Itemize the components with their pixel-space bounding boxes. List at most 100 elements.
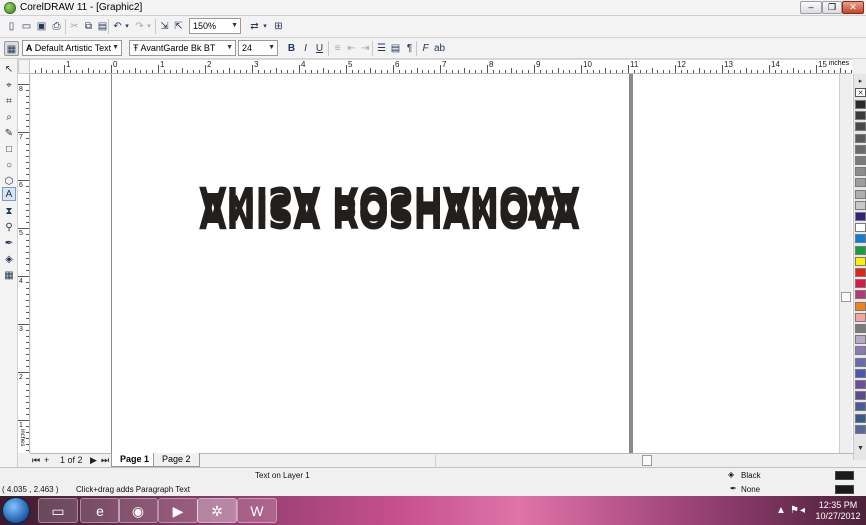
restore-button[interactable]: ❐ bbox=[822, 1, 842, 14]
palette-swatch[interactable] bbox=[855, 301, 866, 311]
horizontal-scrollbar[interactable] bbox=[435, 455, 853, 467]
edit-text-icon[interactable]: ab bbox=[432, 41, 447, 56]
last-page-icon[interactable]: ⏭ bbox=[101, 455, 109, 466]
format-text-icon[interactable]: F bbox=[418, 41, 433, 56]
vertical-ruler[interactable]: 8 7 6 5 4 3 2 1 inches bbox=[18, 74, 30, 453]
close-button[interactable]: ✕ bbox=[842, 1, 864, 14]
new-document-icon[interactable]: ▯ bbox=[4, 19, 19, 34]
vertical-scrollbar[interactable] bbox=[839, 74, 852, 454]
palette-swatch[interactable] bbox=[855, 268, 866, 277]
artistic-text-mirrored[interactable]: ANISA ROSHANOVA bbox=[199, 176, 579, 230]
redo-dropdown-icon[interactable]: ▾ bbox=[145, 19, 153, 34]
explorer-taskbar-icon[interactable]: ▭ bbox=[38, 498, 78, 523]
crop-tool-icon[interactable]: ⌗ bbox=[2, 95, 16, 109]
volume-icon[interactable]: ◂ bbox=[800, 505, 805, 516]
palette-options-icon[interactable]: ▸ bbox=[855, 77, 866, 86]
palette-swatch[interactable] bbox=[855, 100, 866, 109]
ellipse-tool-icon[interactable]: ○ bbox=[2, 159, 16, 173]
start-button[interactable] bbox=[2, 497, 30, 524]
import-icon[interactable]: ⇲ bbox=[157, 19, 172, 34]
palette-swatch[interactable] bbox=[855, 122, 866, 132]
palette-swatch[interactable] bbox=[855, 391, 866, 401]
palette-swatch[interactable] bbox=[855, 380, 866, 389]
next-page-icon[interactable]: ▶ bbox=[90, 455, 97, 466]
palette-swatch[interactable] bbox=[855, 402, 866, 412]
text-tool-properties-icon[interactable]: ▦ bbox=[4, 41, 19, 56]
horizontal-alignment-icon[interactable]: ≡ bbox=[330, 41, 345, 56]
copy-icon[interactable]: ⧉ bbox=[81, 19, 96, 34]
fill-tool-icon[interactable]: ◈ bbox=[2, 253, 16, 267]
internet-explorer-taskbar-icon[interactable]: e bbox=[80, 498, 120, 523]
interactive-fill-tool-icon[interactable]: ▦ bbox=[2, 269, 16, 283]
palette-swatch[interactable] bbox=[855, 144, 866, 154]
zoom-tool-icon[interactable]: ⌕ bbox=[2, 111, 16, 125]
palette-swatch[interactable] bbox=[855, 357, 866, 367]
increase-indent-icon[interactable]: ⇥ bbox=[358, 41, 373, 56]
drawing-canvas[interactable]: ANISA ROSHANOVA ANISA ROSHANOVA bbox=[31, 74, 853, 453]
palette-swatch[interactable] bbox=[855, 335, 866, 345]
palette-swatch[interactable] bbox=[855, 290, 866, 300]
palette-swatch[interactable] bbox=[855, 223, 866, 233]
print-icon[interactable]: ⎙ bbox=[49, 19, 64, 34]
launcher-dropdown-icon[interactable]: ▾ bbox=[261, 19, 269, 34]
save-icon[interactable]: ▣ bbox=[34, 19, 49, 34]
zoom-level-dropdown[interactable]: 150% ▼ bbox=[189, 18, 241, 34]
tab-page-1[interactable]: Page 1 bbox=[111, 453, 159, 467]
palette-scroll-down-icon[interactable]: ▼ bbox=[855, 444, 866, 453]
vertical-scroll-thumb[interactable] bbox=[841, 292, 851, 302]
coreldraw-taskbar-icon[interactable]: ✲ bbox=[197, 498, 237, 523]
object-style-dropdown[interactable]: 𝐀 Default Artistic Text ▼ bbox=[22, 40, 122, 56]
palette-swatch[interactable] bbox=[855, 245, 866, 255]
palette-swatch[interactable] bbox=[855, 368, 866, 378]
decrease-indent-icon[interactable]: ⇤ bbox=[344, 41, 359, 56]
rectangle-tool-icon[interactable]: □ bbox=[2, 143, 16, 157]
add-page-icon[interactable]: + bbox=[44, 455, 49, 465]
freehand-tool-icon[interactable]: ✎ bbox=[2, 127, 16, 141]
underline-icon[interactable]: U bbox=[312, 41, 327, 56]
palette-swatch[interactable] bbox=[855, 312, 866, 322]
outline-tool-icon[interactable]: ✒ bbox=[2, 237, 16, 251]
italic-icon[interactable]: I bbox=[298, 41, 313, 56]
palette-swatch[interactable] bbox=[855, 279, 866, 289]
fill-color-swatch[interactable] bbox=[835, 471, 854, 480]
media-player-taskbar-icon[interactable]: ▶ bbox=[158, 498, 198, 523]
ruler-origin-corner[interactable] bbox=[18, 59, 30, 74]
paragraph-icon[interactable]: ¶ bbox=[402, 41, 417, 56]
drop-cap-icon[interactable]: ▤ bbox=[388, 41, 403, 56]
outline-color-swatch[interactable] bbox=[835, 485, 854, 494]
horizontal-scroll-thumb[interactable] bbox=[642, 455, 652, 466]
palette-swatch[interactable] bbox=[855, 346, 866, 356]
tab-page-2[interactable]: Page 2 bbox=[153, 453, 200, 467]
undo-dropdown-icon[interactable]: ▾ bbox=[123, 19, 131, 34]
first-page-icon[interactable]: ⏮ bbox=[32, 455, 40, 466]
interactive-blend-tool-icon[interactable]: ⧗ bbox=[2, 205, 16, 219]
eyedropper-tool-icon[interactable]: ⚲ bbox=[2, 221, 16, 235]
tray-arrow-icon[interactable]: ▲ bbox=[776, 505, 786, 516]
palette-swatch[interactable] bbox=[855, 424, 866, 434]
palette-swatch[interactable] bbox=[855, 212, 866, 221]
palette-swatch[interactable] bbox=[855, 256, 866, 266]
palette-swatch[interactable] bbox=[855, 189, 866, 199]
minimize-button[interactable]: – bbox=[800, 1, 822, 14]
word-taskbar-icon[interactable]: W bbox=[237, 498, 277, 523]
palette-swatch[interactable] bbox=[855, 111, 866, 121]
text-tool-icon[interactable]: A bbox=[2, 187, 16, 201]
palette-swatch[interactable] bbox=[855, 167, 866, 177]
system-clock[interactable]: 12:35 PM 10/27/2012 bbox=[810, 500, 866, 522]
bold-icon[interactable]: B bbox=[284, 41, 299, 56]
palette-swatch[interactable] bbox=[855, 324, 866, 333]
palette-swatch[interactable] bbox=[855, 200, 866, 210]
shape-tool-icon[interactable]: ⌖ bbox=[2, 79, 16, 93]
application-launcher-icon[interactable]: ⇄ bbox=[247, 19, 262, 34]
palette-swatch[interactable] bbox=[855, 133, 866, 143]
palette-swatch[interactable] bbox=[855, 156, 866, 165]
export-icon[interactable]: ⇱ bbox=[171, 19, 186, 34]
corel-online-icon[interactable]: ⊞ bbox=[271, 19, 286, 34]
palette-swatch[interactable] bbox=[855, 178, 866, 188]
font-size-dropdown[interactable]: 24 ▼ bbox=[238, 40, 278, 56]
firefox-taskbar-icon[interactable]: ◉ bbox=[118, 498, 158, 523]
no-fill-swatch-icon[interactable]: ✕ bbox=[855, 88, 866, 97]
cut-icon[interactable]: ✂ bbox=[67, 19, 82, 34]
pick-tool-icon[interactable]: ↖ bbox=[2, 63, 16, 77]
palette-swatch[interactable] bbox=[855, 413, 866, 423]
